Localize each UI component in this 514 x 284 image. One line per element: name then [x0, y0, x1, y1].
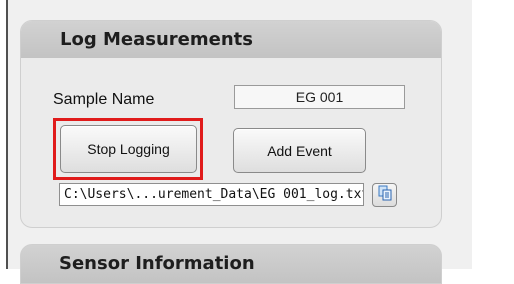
log-measurements-header: Log Measurements: [21, 21, 441, 58]
copy-icon: [377, 185, 393, 205]
add-event-button[interactable]: Add Event: [233, 128, 366, 173]
sensor-information-title: Sensor Information: [59, 253, 255, 274]
log-file-path-field[interactable]: C:\Users\...urement_Data\EG 001_log.txt: [59, 183, 364, 206]
copy-path-button[interactable]: [372, 183, 397, 207]
stop-logging-label: Stop Logging: [87, 141, 170, 157]
log-measurements-title: Log Measurements: [60, 29, 253, 50]
window-left-border: [0, 0, 8, 269]
sensor-information-panel: Sensor Information: [20, 244, 442, 284]
stop-logging-button[interactable]: Stop Logging: [60, 125, 197, 173]
sample-name-field[interactable]: EG 001: [234, 85, 405, 109]
right-area: [472, 0, 514, 269]
add-event-label: Add Event: [267, 142, 332, 159]
sample-name-label: Sample Name: [53, 91, 155, 108]
sample-name-value: EG 001: [295, 89, 344, 105]
